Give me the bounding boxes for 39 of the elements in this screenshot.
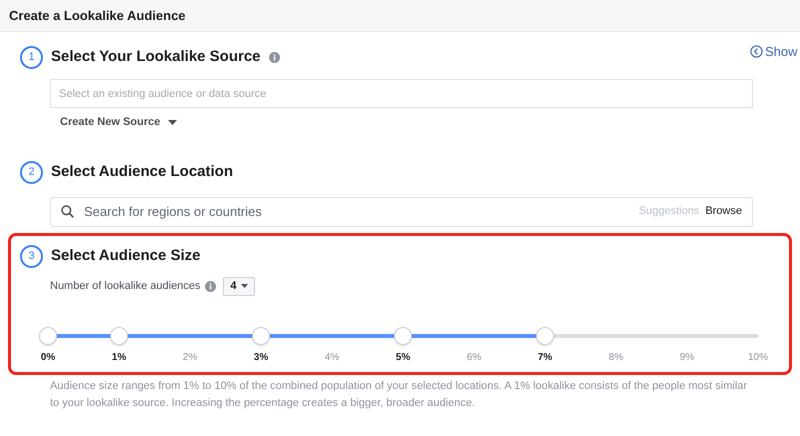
step-number: 3 — [20, 244, 43, 268]
slider-handle[interactable] — [252, 326, 270, 344]
step-title: Select Audience Size — [51, 246, 201, 266]
location-search-field[interactable]: Search for regions or countries Suggestions Browse — [50, 196, 753, 226]
step-title: Select Your Lookalike Source — [51, 47, 261, 68]
browse-link[interactable]: Browse — [705, 203, 742, 220]
caret-icon — [240, 284, 248, 288]
percent-label: 9% — [680, 350, 694, 364]
slider-handle[interactable] — [394, 326, 412, 344]
suggestions-label: Suggestions — [638, 204, 700, 220]
step-number: 2 — [20, 160, 43, 184]
count-label: Number of lookalike audiences — [50, 278, 200, 294]
percent-label: 10% — [748, 350, 768, 364]
help-text: Audience size ranges from 1% to 10% of the combined population of your selected locations. A 1% lookalike consists of the people most similar to your lookalike source. Increasing the percentage creates a bigger, broader audience. — [50, 378, 748, 410]
source-field[interactable]: Select an existing audience or data source — [50, 79, 753, 108]
step-title: Select Audience Location — [51, 162, 233, 182]
slider-handle[interactable] — [536, 326, 554, 344]
show-link[interactable]: Show — [750, 42, 798, 62]
percent-label: 0% — [40, 350, 56, 364]
percent-label: 7% — [538, 350, 552, 364]
percent-label: 4% — [324, 350, 340, 364]
info-icon[interactable] — [205, 280, 216, 292]
search-icon — [61, 205, 74, 218]
caret-icon — [168, 120, 178, 125]
step-number: 1 — [20, 46, 43, 69]
search-placeholder: Search for regions or countries — [84, 202, 263, 221]
slider-handle[interactable] — [39, 326, 57, 344]
header-title: Create a Lookalike Audience — [9, 6, 186, 25]
chevron-left-circle-icon — [750, 45, 763, 58]
percent-label: 1% — [112, 350, 126, 364]
percent-label: 6% — [466, 350, 482, 364]
info-icon[interactable] — [268, 52, 280, 63]
percent-label: 3% — [254, 350, 268, 364]
count-dropdown[interactable]: 4 — [223, 276, 255, 296]
percent-label: 8% — [608, 350, 624, 364]
slider-handle[interactable] — [110, 326, 128, 344]
percent-label: 5% — [396, 350, 410, 364]
percent-label: 2% — [182, 350, 198, 364]
create-source-dropdown[interactable]: Create New Source — [60, 114, 178, 130]
